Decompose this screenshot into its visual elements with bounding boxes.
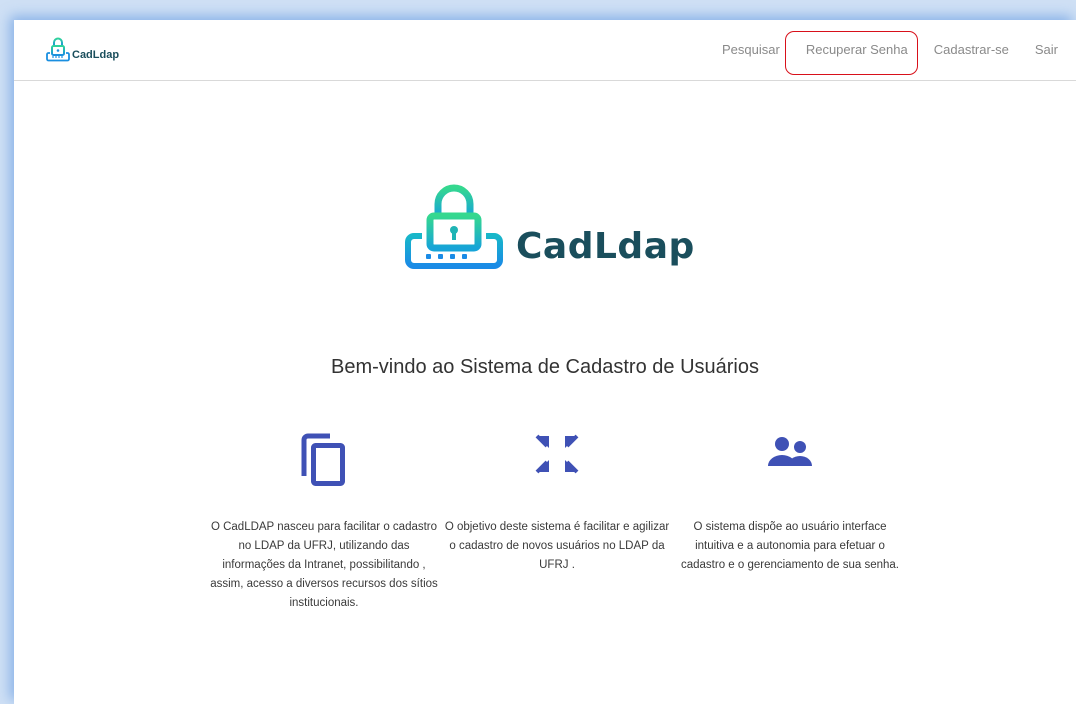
lock-keyboard-icon (405, 184, 503, 269)
hero-logo: CadLdap (400, 178, 695, 270)
hero-logo-text: CadLdap (516, 226, 695, 267)
welcome-heading: Bem-vindo ao Sistema de Cadastro de Usuá… (331, 356, 759, 378)
users-icon (768, 437, 812, 466)
feature-card: O objetivo deste sistema é facilitar e a… (442, 432, 672, 575)
feature-card: O CadLDAP nasceu para facilitar o cadast… (209, 432, 439, 613)
brand-name: CadLdap (72, 49, 120, 61)
feature-text: O sistema dispõe ao usuário interface in… (680, 521, 899, 571)
copy-icon (301, 433, 345, 486)
nav-pesquisar[interactable]: Pesquisar (722, 42, 780, 57)
feature-text: O objetivo deste sistema é facilitar e a… (444, 521, 670, 571)
nav-cadastrar-se[interactable]: Cadastrar-se (934, 42, 1009, 57)
compress-arrows-icon (535, 434, 579, 474)
highlight-annotation (785, 31, 918, 75)
brand-link[interactable]: CadLdap (46, 36, 119, 62)
lock-keyboard-icon (46, 37, 70, 62)
feature-text: O CadLDAP nasceu para facilitar o cadast… (210, 521, 438, 609)
browser-page: CadLdap Pesquisar Recuperar Senha Cadast… (14, 20, 1076, 704)
top-navbar: CadLdap Pesquisar Recuperar Senha Cadast… (14, 20, 1076, 81)
nav-sair[interactable]: Sair (1035, 42, 1058, 57)
feature-card: O sistema dispõe ao usuário interface in… (675, 432, 905, 575)
